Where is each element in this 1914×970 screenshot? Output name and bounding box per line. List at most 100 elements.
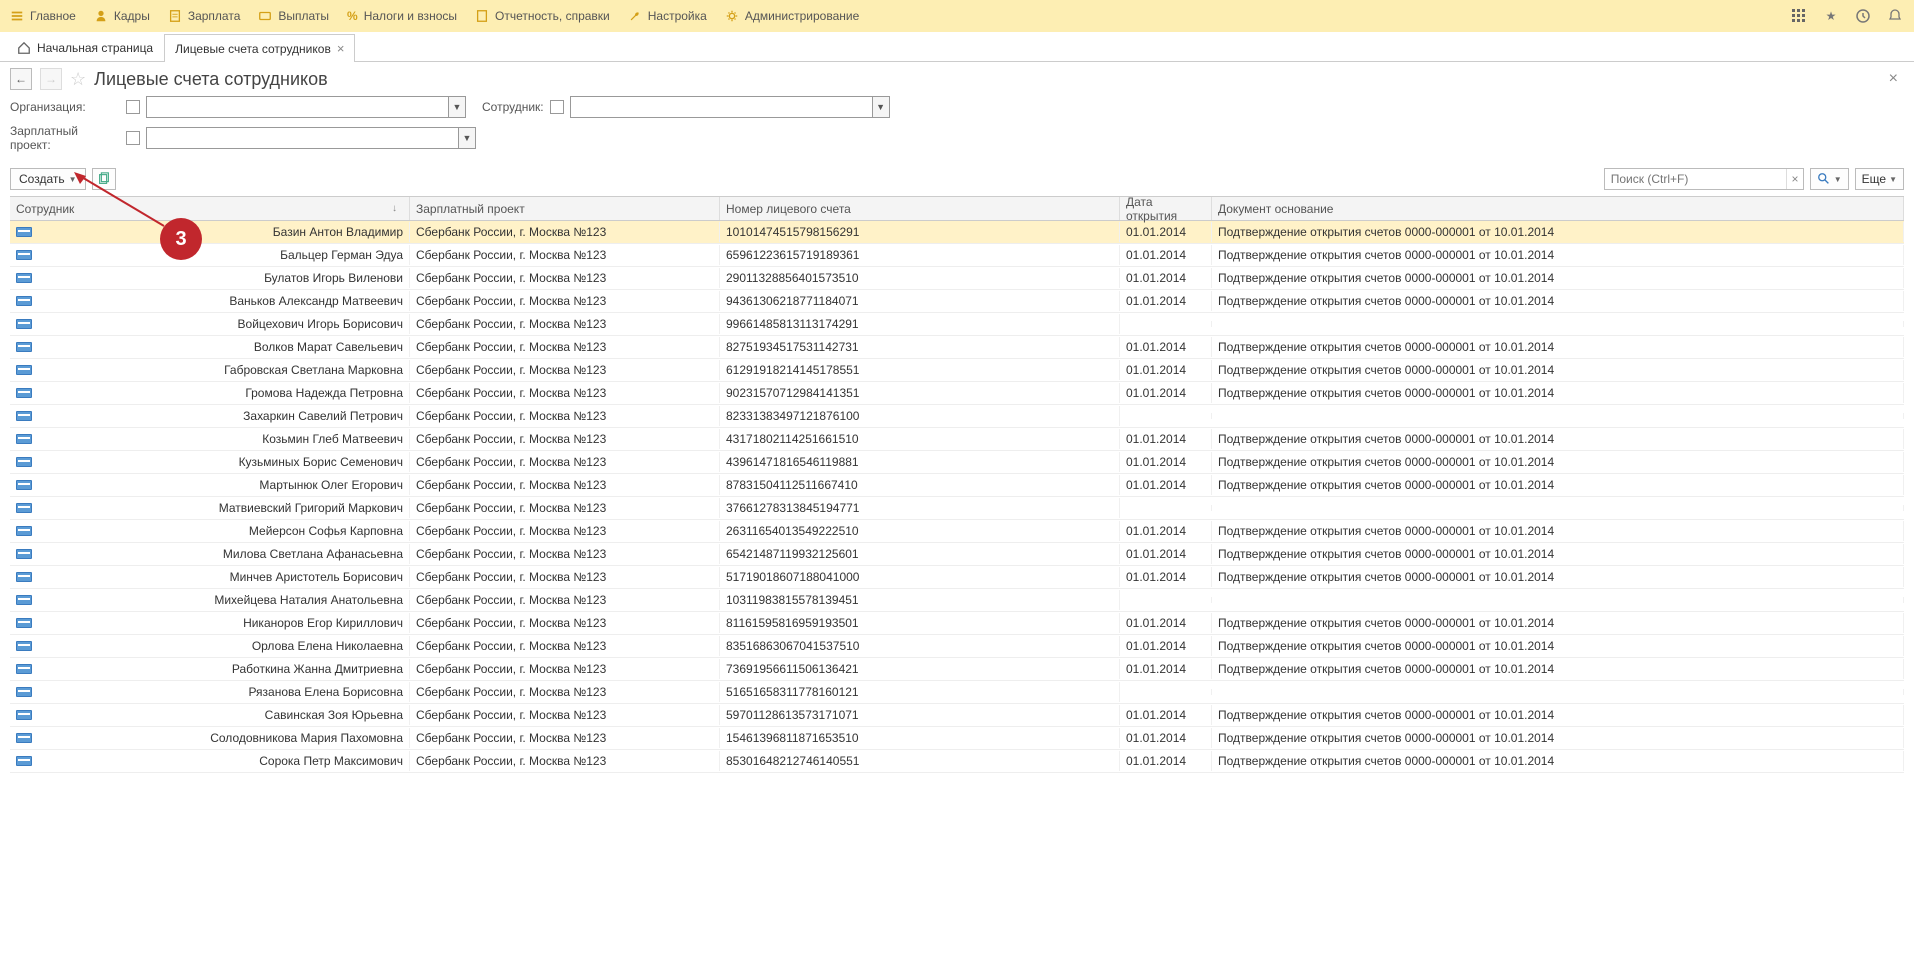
table-row[interactable]: Савинская Зоя ЮрьевнаСбербанк России, г.… <box>10 704 1904 727</box>
grid-body[interactable]: Базин Антон ВладимирСбербанк России, г. … <box>10 221 1904 773</box>
more-dropdown-icon[interactable]: ▼ <box>1889 175 1897 184</box>
cell-employee: Кузьминых Борис Семенович <box>239 455 403 469</box>
table-row[interactable]: Ваньков Александр МатвеевичСбербанк Росс… <box>10 290 1904 313</box>
magnifier-icon <box>1817 172 1831 186</box>
menu-payments[interactable]: Выплаты <box>258 9 329 23</box>
history-icon[interactable] <box>1854 7 1872 25</box>
emp-dropdown-icon[interactable]: ▼ <box>872 97 889 117</box>
menu-main[interactable]: Главное <box>10 9 76 23</box>
bell-icon[interactable] <box>1886 7 1904 25</box>
cell-document: Подтверждение открытия счетов 0000-00000… <box>1212 521 1904 541</box>
table-row[interactable]: Матвиевский Григорий МарковичСбербанк Ро… <box>10 497 1904 520</box>
card-icon <box>16 503 32 513</box>
org-combo[interactable]: ▼ <box>146 96 466 118</box>
menu-admin[interactable]: Администрирование <box>725 9 859 23</box>
menu-settings[interactable]: Настройка <box>628 9 707 23</box>
tab-close-icon[interactable]: × <box>337 41 345 56</box>
cell-project: Сбербанк России, г. Москва №123 <box>410 314 720 334</box>
table-row[interactable]: Козьмин Глеб МатвеевичСбербанк России, г… <box>10 428 1904 451</box>
table-row[interactable]: Никаноров Егор КирилловичСбербанк России… <box>10 612 1904 635</box>
header-employee[interactable]: Сотрудник ↓ <box>10 197 410 220</box>
emp-combo[interactable]: ▼ <box>570 96 890 118</box>
proj-label: Зарплатный проект: <box>10 124 120 152</box>
cell-project: Сбербанк России, г. Москва №123 <box>410 590 720 610</box>
search-input[interactable] <box>1605 172 1787 186</box>
cell-employee: Милова Светлана Афанасьевна <box>223 547 403 561</box>
table-row[interactable]: Булатов Игорь ВиленовиСбербанк России, г… <box>10 267 1904 290</box>
cell-account: 15461396811871653510 <box>720 728 1120 748</box>
header-account[interactable]: Номер лицевого счета <box>720 197 1120 220</box>
card-icon <box>16 710 32 720</box>
menu-reports[interactable]: Отчетность, справки <box>475 9 610 23</box>
table-row[interactable]: Захаркин Савелий ПетровичСбербанк России… <box>10 405 1904 428</box>
card-icon <box>16 250 32 260</box>
nav-forward-button[interactable]: → <box>40 68 62 90</box>
table-row[interactable]: Войцехович Игорь БорисовичСбербанк Росси… <box>10 313 1904 336</box>
table-row[interactable]: Базин Антон ВладимирСбербанк России, г. … <box>10 221 1904 244</box>
card-icon <box>16 687 32 697</box>
table-row[interactable]: Рязанова Елена БорисовнаСбербанк России,… <box>10 681 1904 704</box>
cell-employee: Ваньков Александр Матвеевич <box>229 294 403 308</box>
cell-project: Сбербанк России, г. Москва №123 <box>410 360 720 380</box>
tab-home[interactable]: Начальная страница <box>6 34 164 61</box>
cell-date: 01.01.2014 <box>1120 452 1212 472</box>
proj-input[interactable] <box>147 128 458 148</box>
cell-account: 43961471816546119881 <box>720 452 1120 472</box>
cell-date: 01.01.2014 <box>1120 245 1212 265</box>
menu-hr[interactable]: Кадры <box>94 9 150 23</box>
proj-dropdown-icon[interactable]: ▼ <box>458 128 475 148</box>
cell-document: Подтверждение открытия счетов 0000-00000… <box>1212 383 1904 403</box>
emp-checkbox[interactable] <box>550 100 564 114</box>
header-document[interactable]: Документ основание <box>1212 197 1904 220</box>
table-row[interactable]: Солодовникова Мария ПахомовнаСбербанк Ро… <box>10 727 1904 750</box>
org-checkbox[interactable] <box>126 100 140 114</box>
table-row[interactable]: Минчев Аристотель БорисовичСбербанк Росс… <box>10 566 1904 589</box>
nav-back-button[interactable]: ← <box>10 68 32 90</box>
search-clear-icon[interactable]: × <box>1786 169 1803 189</box>
cell-date: 01.01.2014 <box>1120 751 1212 771</box>
cell-account: 65961223615719189361 <box>720 245 1120 265</box>
search-dropdown-icon[interactable]: ▼ <box>1834 175 1842 184</box>
cell-account: 85301648212746140551 <box>720 751 1120 771</box>
org-dropdown-icon[interactable]: ▼ <box>448 97 465 117</box>
proj-checkbox[interactable] <box>126 131 140 145</box>
apps-icon[interactable] <box>1790 7 1808 25</box>
table-row[interactable]: Орлова Елена НиколаевнаСбербанк России, … <box>10 635 1904 658</box>
menu-salary[interactable]: Зарплата <box>168 9 241 23</box>
table-row[interactable]: Габровская Светлана МарковнаСбербанк Рос… <box>10 359 1904 382</box>
table-row[interactable]: Мейерсон Софья КарповнаСбербанк России, … <box>10 520 1904 543</box>
menu-settings-label: Настройка <box>648 9 707 23</box>
header-date[interactable]: Дата открытия <box>1120 197 1212 220</box>
tab-accounts[interactable]: Лицевые счета сотрудников × <box>164 34 355 62</box>
annotation-badge: 3 <box>160 218 202 260</box>
table-row[interactable]: Милова Светлана АфанасьевнаСбербанк Росс… <box>10 543 1904 566</box>
favorite-star-icon[interactable]: ☆ <box>70 69 86 90</box>
cell-project: Сбербанк России, г. Москва №123 <box>410 222 720 242</box>
org-input[interactable] <box>147 97 448 117</box>
table-row[interactable]: Сорока Петр МаксимовичСбербанк России, г… <box>10 750 1904 773</box>
table-row[interactable]: Кузьминых Борис СеменовичСбербанк России… <box>10 451 1904 474</box>
cell-account: 51651658311778160121 <box>720 682 1120 702</box>
card-icon <box>16 434 32 444</box>
more-button[interactable]: Еще ▼ <box>1855 168 1904 190</box>
table-row[interactable]: Волков Марат СавельевичСбербанк России, … <box>10 336 1904 359</box>
table-row[interactable]: Михейцева Наталия АнатольевнаСбербанк Ро… <box>10 589 1904 612</box>
proj-combo[interactable]: ▼ <box>146 127 476 149</box>
page-close-icon[interactable]: × <box>1889 70 1904 88</box>
header-project[interactable]: Зарплатный проект <box>410 197 720 220</box>
table-row[interactable]: Работкина Жанна ДмитриевнаСбербанк Росси… <box>10 658 1904 681</box>
cell-project: Сбербанк России, г. Москва №123 <box>410 337 720 357</box>
star-icon[interactable]: ★ <box>1822 7 1840 25</box>
table-row[interactable]: Бальцер Герман ЭдуаСбербанк России, г. М… <box>10 244 1904 267</box>
cell-date: 01.01.2014 <box>1120 291 1212 311</box>
create-button-label: Создать <box>19 172 65 186</box>
cell-document <box>1212 321 1904 327</box>
search-button[interactable]: ▼ <box>1810 168 1849 190</box>
accounts-grid: Сотрудник ↓ Зарплатный проект Номер лице… <box>10 196 1904 773</box>
table-row[interactable]: Мартынюк Олег ЕгоровичСбербанк России, г… <box>10 474 1904 497</box>
emp-input[interactable] <box>571 97 872 117</box>
search-box[interactable]: × <box>1604 168 1804 190</box>
menu-taxes[interactable]: % Налоги и взносы <box>347 9 457 23</box>
cell-project: Сбербанк России, г. Москва №123 <box>410 728 720 748</box>
table-row[interactable]: Громова Надежда ПетровнаСбербанк России,… <box>10 382 1904 405</box>
